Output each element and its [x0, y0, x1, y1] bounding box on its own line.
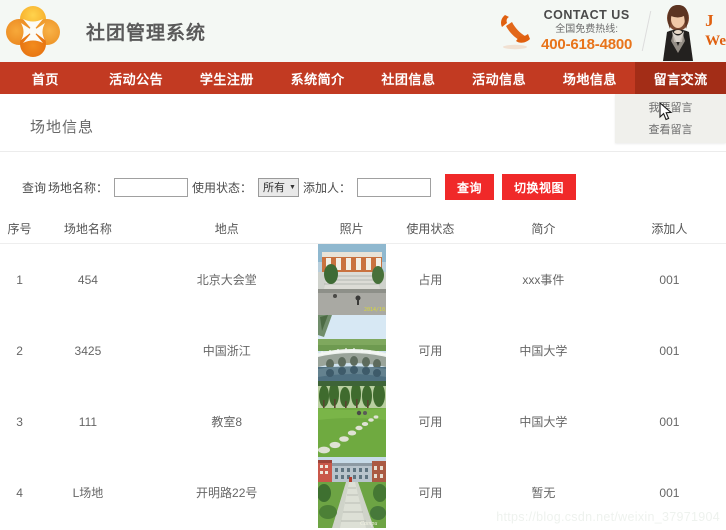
- cell-desc: 中国大学: [519, 344, 568, 358]
- nav-item-venue-info[interactable]: 场地信息: [545, 62, 636, 94]
- svg-text:Campu: Campu: [360, 521, 377, 527]
- message-board-dropdown: 我要留言 查看留言: [615, 94, 726, 143]
- cell-name: 3425: [74, 343, 102, 358]
- cell-place: 开明路22号: [196, 486, 258, 500]
- cell-status: 占用: [418, 273, 443, 287]
- venue-table: 序号 场地名称 地点 照片 使用状态 简介 添加人 1 454 北京大会堂 20…: [0, 216, 726, 528]
- th-place: 地点: [136, 216, 317, 244]
- search-button[interactable]: 查询: [445, 174, 495, 200]
- site-title: 社团管理系统: [86, 22, 207, 44]
- contact-text: CONTACT US 全国免费热线: 400-618-4800: [541, 8, 632, 53]
- nav-item-activity-info[interactable]: 活动信息: [454, 62, 545, 94]
- cell-place: 中国浙江: [202, 344, 251, 358]
- cell-photo[interactable]: [317, 386, 387, 457]
- dropdown-item-view-messages[interactable]: 查看留言: [615, 118, 726, 140]
- avatar: [655, 1, 702, 61]
- table-row[interactable]: 4 L场地 开明路22号 Campu 可用 暂无 001: [0, 457, 726, 528]
- promo-line-1: J: [705, 11, 714, 31]
- search-toolbar: 查询 场地名称： 使用状态： 所有 ▼ 添加人： 查询 切换视图: [0, 152, 726, 216]
- cell-desc: 中国大学: [519, 415, 568, 429]
- cell-index: 2: [16, 343, 23, 358]
- nav-item-system-intro[interactable]: 系统简介: [272, 62, 363, 94]
- cell-place: 北京大会堂: [196, 273, 257, 287]
- adder-input[interactable]: [357, 177, 431, 197]
- query-label: 查询: [22, 180, 47, 195]
- cell-name: 111: [78, 414, 98, 429]
- cell-status: 可用: [418, 486, 443, 500]
- lawn-stones-photo[interactable]: [317, 386, 386, 457]
- th-index: 序号: [0, 216, 40, 244]
- switch-view-button[interactable]: 切换视图: [502, 174, 577, 200]
- cell-index: 1: [16, 272, 23, 287]
- contact-us-label: CONTACT US: [543, 8, 630, 23]
- cell-desc: xxx事件: [522, 273, 565, 287]
- main-content: 场地信息 查询 场地名称： 使用状态： 所有 ▼ 添加人： 查询 切换视图 序号…: [0, 94, 726, 528]
- building-steps-photo[interactable]: 2014/10/1: [317, 244, 386, 315]
- venue-table-head: 序号 场地名称 地点 照片 使用状态 简介 添加人: [0, 216, 726, 244]
- campus-path-photo[interactable]: Campu: [317, 457, 386, 528]
- nav-item-club-info[interactable]: 社团信息: [363, 62, 454, 94]
- cell-adder: 001: [659, 414, 680, 429]
- table-header-row: 序号 场地名称 地点 照片 使用状态 简介 添加人: [0, 216, 726, 244]
- usage-status-value: 所有: [263, 182, 286, 194]
- dropdown-item-post-message[interactable]: 我要留言: [615, 96, 726, 118]
- venue-name-input[interactable]: [114, 177, 189, 197]
- cell-status: 可用: [418, 344, 443, 358]
- cell-index: 3: [16, 414, 23, 429]
- venue-name-label: 场地名称：: [48, 180, 109, 195]
- site-logo[interactable]: [2, 1, 64, 61]
- table-row[interactable]: 2 3425 中国浙江 可用 中国大学 001: [0, 315, 726, 386]
- phone-handset-icon: [501, 15, 531, 50]
- th-photo: 照片: [316, 216, 387, 244]
- contact-block: CONTACT US 全国免费热线: 400-618-4800: [495, 8, 632, 53]
- cell-name: 454: [77, 272, 98, 287]
- venue-table-body: 1 454 北京大会堂 2014/10 占用 xxx事件 001 2 3425 …: [0, 244, 726, 528]
- th-name: 场地名称: [39, 216, 137, 244]
- nav-item-activity-notice[interactable]: 活动公告: [91, 62, 182, 94]
- cell-photo[interactable]: [317, 315, 387, 386]
- promo-line-2: We: [705, 33, 726, 50]
- cell-desc: 暂无: [531, 486, 556, 500]
- th-status: 使用状态: [386, 216, 475, 244]
- chevron-down-icon: ▼: [289, 183, 296, 191]
- nav-item-home[interactable]: 首页: [0, 62, 91, 94]
- avatar-photo-icon: [655, 1, 702, 61]
- bridge-water-photo[interactable]: [317, 315, 386, 386]
- page-root: 社团管理系统 CONTACT US 全国免费热线: 400-618-4800 J…: [0, 0, 726, 530]
- svg-text:2014/10/1: 2014/10/1: [364, 307, 386, 313]
- th-desc: 简介: [474, 216, 613, 244]
- main-navigation: 首页 活动公告 学生注册 系统简介 社团信息 活动信息 场地信息 留言交流: [0, 62, 726, 94]
- cell-place: 教室8: [211, 415, 243, 429]
- hotline-number: 400-618-4800: [541, 36, 633, 54]
- cell-status: 可用: [418, 415, 443, 429]
- table-row[interactable]: 1 454 北京大会堂 2014/10 占用 xxx事件 001: [0, 244, 726, 315]
- header-divider: [641, 11, 652, 51]
- usage-status-select[interactable]: 所有 ▼: [258, 177, 299, 197]
- usage-status-label: 使用状态：: [192, 180, 253, 195]
- nav-item-message-board[interactable]: 留言交流: [635, 62, 726, 94]
- promo-text: J We: [705, 10, 726, 52]
- site-header: 社团管理系统 CONTACT US 全国免费热线: 400-618-4800 J…: [0, 0, 726, 62]
- cell-photo[interactable]: Campu: [317, 457, 387, 528]
- hotline-label: 全国免费热线:: [555, 23, 619, 35]
- cell-photo[interactable]: 2014/10/1: [317, 244, 387, 315]
- cell-index: 4: [16, 485, 23, 500]
- nav-item-student-register[interactable]: 学生注册: [182, 62, 273, 94]
- th-adder: 添加人: [612, 216, 726, 244]
- cell-adder: 001: [659, 343, 680, 358]
- adder-label: 添加人：: [302, 180, 351, 195]
- flower-logo-icon: [6, 6, 60, 57]
- cell-adder: 001: [659, 485, 680, 500]
- cell-adder: 001: [659, 272, 680, 287]
- table-row[interactable]: 3 111 教室8 可用 中国大学 001: [0, 386, 726, 457]
- cell-name: L场地: [72, 486, 104, 500]
